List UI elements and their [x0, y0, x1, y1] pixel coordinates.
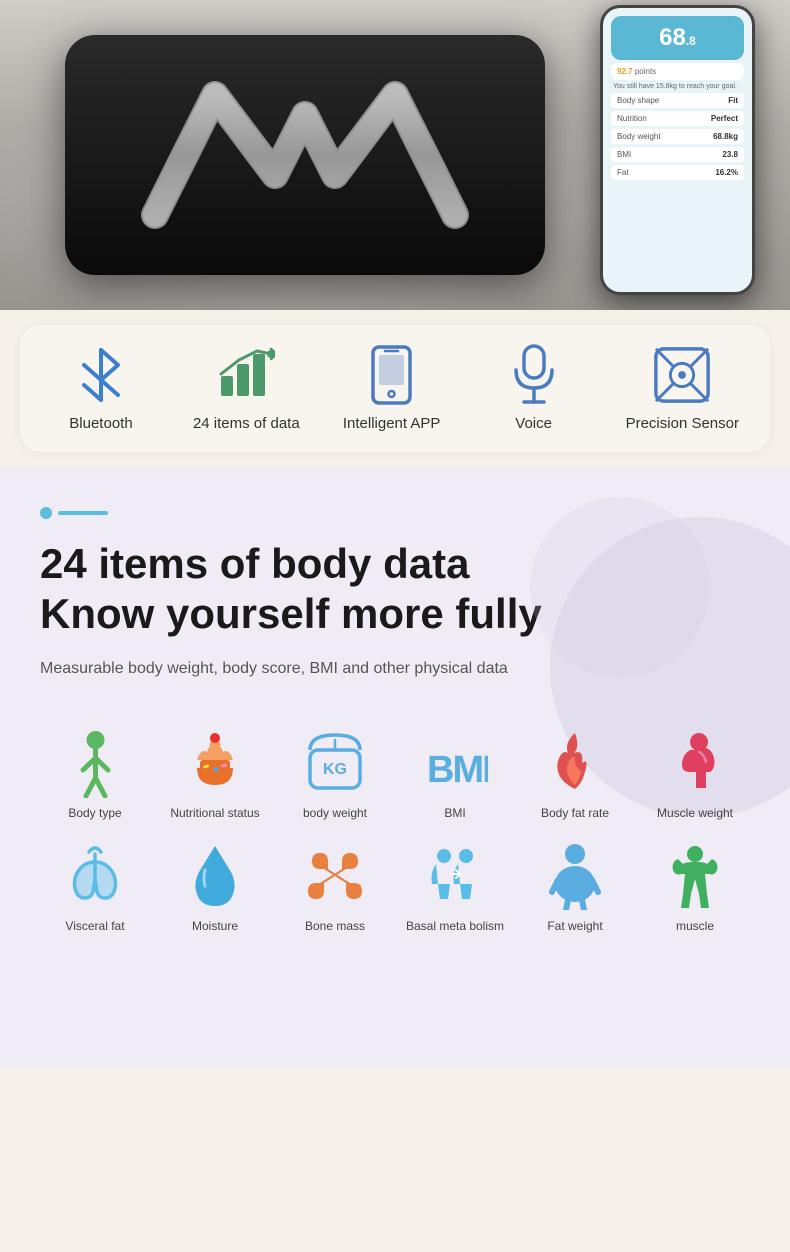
body-fat-rate-icon — [540, 728, 610, 798]
muscle-icon — [660, 841, 730, 911]
data-section: 24 items of body data Know yourself more… — [0, 467, 790, 1067]
basal-meta-icon — [420, 841, 490, 911]
muscle-item: muscle — [640, 841, 750, 935]
app-label: Intelligent APP — [343, 415, 441, 432]
fat-weight-item: Fat weight — [520, 841, 630, 935]
muscle-weight-label: Muscle weight — [657, 806, 733, 822]
body-type-icon — [60, 728, 130, 798]
phone-mockup: 68.8 92.7 points You still have 15.8kg t… — [600, 5, 755, 295]
muscle-label: muscle — [676, 919, 714, 935]
bone-mass-icon — [300, 841, 370, 911]
svg-text:BMI: BMI — [427, 749, 488, 791]
nutritional-status-icon — [180, 728, 250, 798]
moisture-item: Moisture — [160, 841, 270, 935]
bmi-icon: BMI — [420, 728, 490, 798]
phone-row-3: Body weight68.8kg — [611, 129, 744, 144]
phone-weight-display: 68.8 — [611, 16, 744, 60]
muscle-weight-icon — [660, 728, 730, 798]
phone-row-5: Fat16.2% — [611, 165, 744, 180]
body-fat-rate-item: Body fat rate — [520, 728, 630, 822]
phone-row-2: NutritionPerfect — [611, 111, 744, 126]
body-data-grid: Body type Nutr — [40, 728, 750, 935]
fat-weight-icon — [540, 841, 610, 911]
feature-voice: Voice — [484, 345, 584, 432]
visceral-fat-label: Visceral fat — [65, 919, 124, 935]
feature-bluetooth: Bluetooth — [51, 345, 151, 432]
phone-score: 92.7 points — [611, 63, 744, 80]
phone-note: You still have 15.8kg to reach your goal… — [611, 83, 744, 90]
phone-row-1: Body shapeFit — [611, 93, 744, 108]
bluetooth-label: Bluetooth — [69, 415, 132, 432]
scale-visual — [30, 0, 580, 310]
moisture-icon — [180, 841, 250, 911]
bone-mass-label: Bone mass — [305, 919, 365, 935]
scale-body — [65, 35, 545, 275]
body-type-item: Body type — [40, 728, 150, 822]
chart-icon — [216, 345, 276, 405]
visceral-fat-icon — [60, 841, 130, 911]
bmi-item: BMI BMI — [400, 728, 510, 822]
bmi-label: BMI — [444, 806, 465, 822]
data-label: 24 items of data — [193, 415, 300, 432]
visceral-fat-item: Visceral fat — [40, 841, 150, 935]
bluetooth-icon — [71, 345, 131, 405]
section-accent — [40, 507, 750, 519]
fat-weight-label: Fat weight — [547, 919, 602, 935]
features-bar: Bluetooth 24 items of data Intelli — [20, 325, 770, 452]
body-weight-item: KG body weight — [280, 728, 390, 822]
svg-text:KG: KG — [323, 761, 347, 778]
phone-screen: 68.8 92.7 points You still have 15.8kg t… — [603, 8, 752, 292]
bone-mass-item: Bone mass — [280, 841, 390, 935]
mic-icon — [504, 345, 564, 405]
body-type-label: Body type — [68, 806, 121, 822]
nutritional-status-label: Nutritional status — [170, 806, 259, 822]
basal-meta-label: Basal meta bolism — [406, 919, 504, 935]
section-subtitle: Measurable body weight, body score, BMI … — [40, 660, 750, 678]
target-icon — [652, 345, 712, 405]
phone-app-icon — [362, 345, 422, 405]
section-title: 24 items of body data Know yourself more… — [40, 539, 750, 640]
hero-section: 68.8 92.7 points You still have 15.8kg t… — [0, 0, 790, 310]
body-weight-icon: KG — [300, 728, 370, 798]
moisture-label: Moisture — [192, 919, 238, 935]
phone-row-4: BMI23.8 — [611, 147, 744, 162]
feature-sensor: Precision Sensor — [626, 345, 739, 432]
nutritional-status-item: Nutritional status — [160, 728, 270, 822]
feature-data: 24 items of data — [193, 345, 300, 432]
muscle-weight-item: Muscle weight — [640, 728, 750, 822]
accent-line — [58, 511, 108, 515]
basal-meta-item: Basal meta bolism — [400, 841, 510, 935]
body-fat-rate-label: Body fat rate — [541, 806, 609, 822]
scale-logo — [135, 75, 475, 235]
sensor-label: Precision Sensor — [626, 415, 739, 432]
body-weight-label: body weight — [303, 806, 367, 822]
accent-dot — [40, 507, 52, 519]
voice-label: Voice — [515, 415, 552, 432]
feature-app: Intelligent APP — [342, 345, 442, 432]
